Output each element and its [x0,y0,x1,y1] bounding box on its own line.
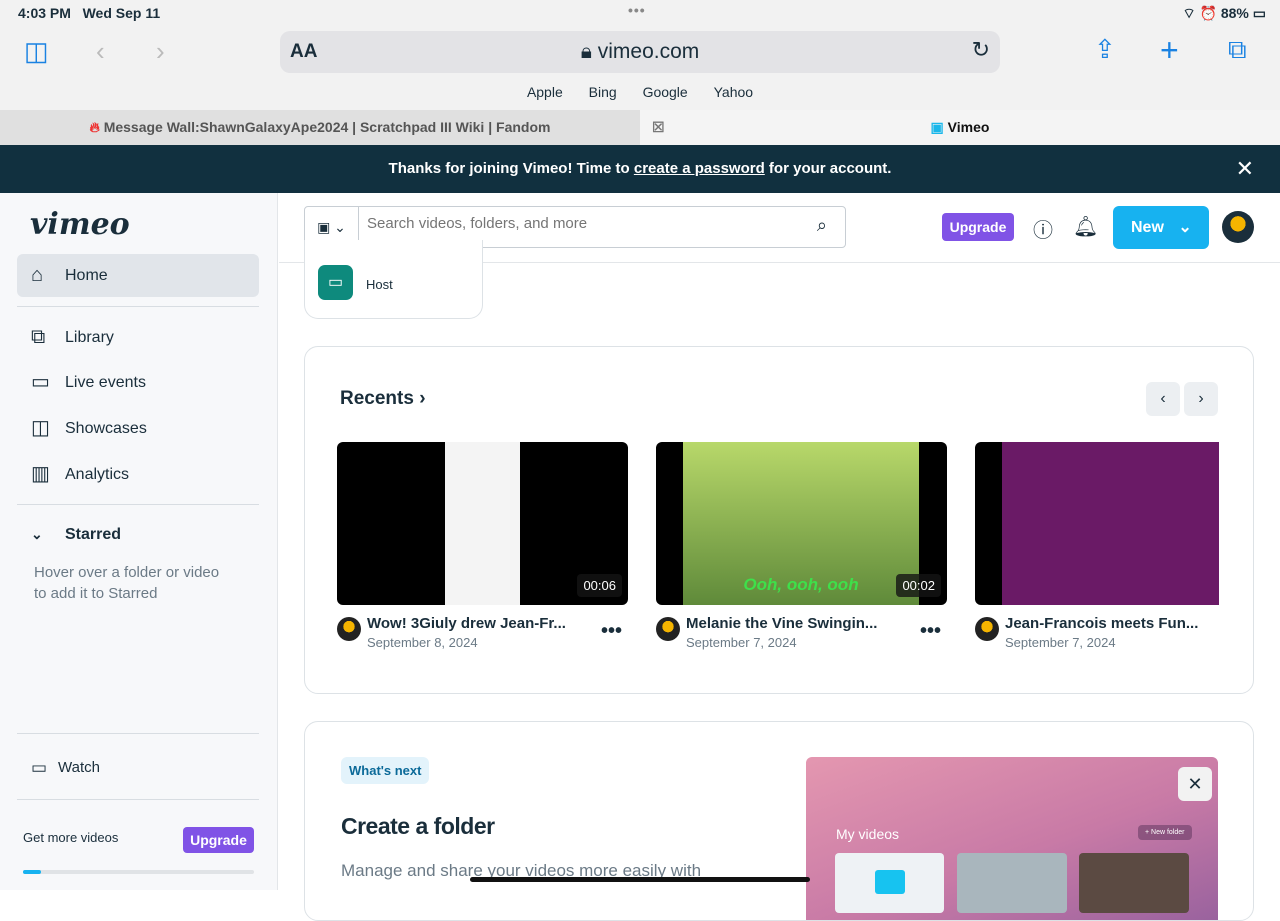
divider [17,504,259,505]
avatar [975,617,999,641]
whats-next-title: Create a folder [341,813,495,839]
avatar [656,617,680,641]
preview-video-tile [1079,853,1189,913]
chevron-down-icon: ⌄ [31,526,43,542]
close-preview-button[interactable]: ✕ [1178,767,1212,801]
tabs-icon[interactable]: ⧉ [1228,34,1247,66]
video-thumbnail[interactable] [975,442,1219,605]
more-options-icon[interactable]: ••• [601,620,622,643]
divider [17,799,259,800]
avatar[interactable] [1222,211,1254,243]
whats-next-card: What's next Create a folder Manage and s… [304,721,1254,921]
video-caption: Ooh, ooh, ooh [743,575,859,594]
video-card[interactable]: 00:06 Wow! 3Giuly drew Jean-Fr... Septem… [337,442,628,650]
avatar [337,617,361,641]
get-more-videos-label: Get more videos [23,830,119,845]
video-card[interactable]: Ooh, ooh, ooh 00:02 Melanie the Vine Swin… [656,442,947,650]
folder-preview: My videos + New folder ✕ [806,757,1218,920]
preview-video-tile [957,853,1067,913]
label: Analytics [65,466,130,483]
sidebar-item-live-events[interactable]: ▭ Live events [17,361,259,404]
close-banner-icon[interactable]: ✕ [1236,145,1254,193]
video-date: September 7, 2024 [686,635,797,650]
video-thumbnail[interactable]: Ooh, ooh, ooh 00:02 [656,442,947,605]
folder-icon [875,870,905,894]
label: Watch [58,759,100,776]
monitor-icon: ▭ [31,758,48,777]
starred-hint: Hover over a folder or video to add it to… [34,562,219,604]
sidebar-item-library[interactable]: ⧉ Library [17,316,259,359]
duration: 00:02 [896,574,941,597]
sidebar-item-watch[interactable]: ▭ Watch [17,746,259,789]
preview-title: My videos [836,826,900,842]
video-date: September 8, 2024 [367,635,478,650]
divider [17,733,259,734]
back-icon[interactable]: ‹ [96,36,105,67]
home-icon: ⌂ [31,264,44,286]
library-icon: ⧉ [31,326,46,348]
video-card[interactable]: Jean-Francois meets Fun... September 7, … [975,442,1219,650]
video-title[interactable]: Jean-Francois meets Fun... [1005,615,1198,632]
sidebar-upgrade-button[interactable]: Upgrade [183,827,254,853]
whats-next-badge: What's next [341,757,430,784]
video-thumbnail[interactable]: 00:06 [337,442,628,605]
battery-level: 88% [1220,5,1249,21]
sidebar-item-home[interactable]: ⌂ Home [17,254,259,297]
thumbnail-image: Ooh, ooh, ooh [683,442,919,605]
preview-new-folder: + New folder [1138,825,1192,840]
sidebar: vimeo ⌂ Home ⧉ Library ▭ Live events ◫ Showc… [0,193,278,890]
usage-fill [23,870,42,874]
sidebar-item-showcases[interactable]: ◫ Showcases [17,407,259,450]
video-title[interactable]: Wow! 3Giuly drew Jean-Fr... [367,615,566,632]
hint-line: to add it to Starred [34,585,158,602]
forward-icon[interactable]: › [156,36,165,67]
analytics-icon: ▥ [31,463,50,485]
label: Home [65,267,108,284]
home-indicator[interactable] [470,877,810,882]
label: Library [65,329,114,346]
divider [17,306,259,307]
more-options-icon[interactable]: ••• [920,620,941,643]
label: Starred [65,526,122,543]
folder-tile [835,853,944,913]
time: 4:03 PM [18,5,71,21]
video-title[interactable]: Melanie the Vine Swingin... [686,615,877,632]
starred-toggle[interactable]: ⌄ Starred [17,513,259,556]
label: Showcases [65,420,147,437]
hint-line: Hover over a folder or video [34,564,220,581]
duration: 00:06 [577,574,622,597]
sidebar-icon[interactable]: ◫ [24,36,49,67]
thumbnail-image [445,442,520,605]
video-date: September 7, 2024 [1005,635,1116,650]
usage-bar [23,870,254,874]
camera-icon: ▭ [31,371,50,393]
label: Live events [65,374,146,391]
sidebar-item-analytics[interactable]: ▥ Analytics [17,453,259,496]
date: Wed Sep 11 [82,5,161,21]
thumbnail-image [1002,442,1219,605]
vimeo-logo[interactable]: vimeo [30,207,130,242]
fandom-icon: 🔥︎ [89,119,100,135]
showcase-icon: ◫ [31,417,50,439]
